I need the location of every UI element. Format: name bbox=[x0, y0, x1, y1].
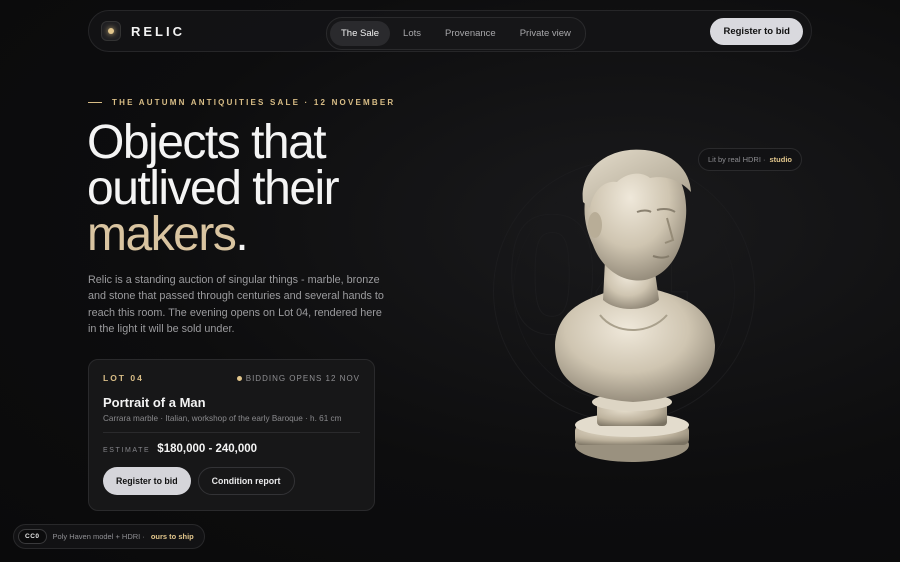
headline-period: . bbox=[235, 208, 248, 261]
top-nav: RELIC The Sale Lots Provenance Private v… bbox=[88, 10, 812, 52]
tab-provenance[interactable]: Provenance bbox=[434, 21, 507, 46]
credit-link[interactable]: ours to ship bbox=[151, 532, 194, 541]
nav-register-button[interactable]: Register to bid bbox=[710, 17, 803, 45]
lot-details: Carrara marble · Italian, workshop of th… bbox=[103, 414, 342, 423]
marble-bust-image[interactable] bbox=[545, 140, 735, 470]
hdri-value: studio bbox=[769, 155, 793, 164]
register-to-bid-button[interactable]: Register to bid bbox=[103, 467, 191, 495]
brand-name: RELIC bbox=[131, 23, 185, 39]
lot-title: Portrait of a Man bbox=[103, 395, 206, 410]
bidding-status: BIDDING OPENS 12 NOV bbox=[236, 373, 360, 383]
hdri-label: Lit by real HDRI · bbox=[708, 155, 766, 164]
brand[interactable]: RELIC bbox=[101, 21, 185, 41]
logo-icon bbox=[101, 21, 121, 41]
hero-description: Relic is a standing auction of singular … bbox=[88, 274, 384, 336]
credit-text: Poly Haven model + HDRI · bbox=[52, 532, 145, 541]
estimate-value: $180,000 - 240,000 bbox=[157, 443, 258, 455]
page-title: Objects that outlived their makers. bbox=[87, 119, 340, 261]
eyebrow-rule bbox=[88, 102, 102, 103]
lot-number: LOT 04 bbox=[103, 373, 144, 383]
estimate: ESTIMATE $180,000 - 240,000 bbox=[103, 443, 360, 455]
tab-private-view[interactable]: Private view bbox=[509, 21, 582, 46]
cc0-license-icon: CC0 bbox=[18, 529, 47, 544]
tab-lots[interactable]: Lots bbox=[392, 21, 432, 46]
condition-report-button[interactable]: Condition report bbox=[197, 467, 295, 495]
credit-pill: CC0 Poly Haven model + HDRI · ours to sh… bbox=[13, 524, 205, 549]
lot-card: LOT 04 BIDDING OPENS 12 NOV Portrait of … bbox=[88, 359, 375, 511]
estimate-label: ESTIMATE bbox=[103, 447, 151, 454]
eyebrow-text: THE AUTUMN ANTIQUITIES SALE · 12 NOVEMBE… bbox=[112, 98, 396, 107]
status-dot-icon bbox=[236, 375, 242, 381]
hdri-badge: Lit by real HDRI · studio bbox=[698, 148, 803, 171]
tab-the-sale[interactable]: The Sale bbox=[330, 21, 391, 46]
card-divider bbox=[103, 432, 360, 433]
eyebrow: THE AUTUMN ANTIQUITIES SALE · 12 NOVEMBE… bbox=[88, 98, 395, 107]
headline-highlight: makers bbox=[87, 208, 237, 261]
nav-tabs: The Sale Lots Provenance Private view bbox=[326, 17, 586, 50]
bidding-opens-text: BIDDING OPENS 12 NOV bbox=[245, 373, 360, 383]
